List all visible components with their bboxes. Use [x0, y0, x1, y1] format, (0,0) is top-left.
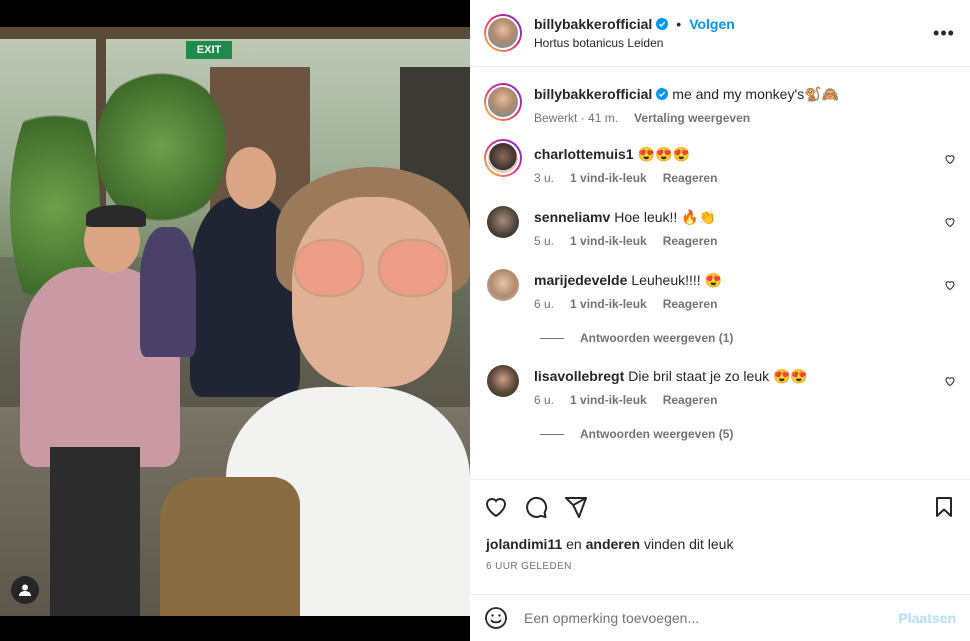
- view-replies-label: Antwoorden weergeven (5): [580, 427, 734, 441]
- view-replies-button[interactable]: Antwoorden weergeven (1): [540, 331, 956, 345]
- commenter-avatar[interactable]: [487, 206, 519, 238]
- action-bar: [470, 479, 970, 533]
- reply-button[interactable]: Reageren: [663, 234, 718, 248]
- view-replies-button[interactable]: Antwoorden weergeven (5): [540, 427, 956, 441]
- likes-summary: jolandimi11 en anderen vinden dit leuk: [486, 536, 733, 552]
- likes-suffix: vinden dit leuk: [643, 536, 734, 552]
- person-trousers: [50, 447, 140, 616]
- caption-username[interactable]: billybakkerofficial: [534, 85, 652, 103]
- comment-text: Leuheuk!!!! 😍: [631, 272, 722, 288]
- heart-icon[interactable]: [944, 216, 956, 228]
- author-avatar[interactable]: [484, 83, 522, 121]
- plant: [96, 67, 226, 227]
- comment-icon[interactable]: [524, 495, 548, 519]
- caption-text: me and my monkey's🐒🙈: [672, 86, 839, 102]
- bookmark-icon[interactable]: [932, 495, 956, 519]
- emoji-icon[interactable]: [484, 606, 508, 630]
- post-photo[interactable]: EXIT: [0, 27, 470, 616]
- view-replies-label: Antwoorden weergeven (1): [580, 331, 734, 345]
- share-icon[interactable]: [564, 495, 588, 519]
- heart-icon[interactable]: [484, 495, 508, 519]
- person-head: [226, 147, 276, 209]
- caption: billybakkerofficial me and my monkey's🐒🙈…: [484, 83, 956, 125]
- comment-text: Hoe leuk!! 🔥👏: [614, 209, 717, 225]
- follow-button[interactable]: Volgen: [689, 16, 735, 32]
- caption-edited: Bewerkt · 41 m.: [534, 111, 619, 125]
- comment-item: senneliamv Hoe leuk!! 🔥👏 5 u. 1 vind-ik-l…: [484, 206, 956, 248]
- sunglasses: [292, 239, 452, 299]
- comment-item: charlottemuis1 😍😍😍 3 u. 1 vind-ik-leuk Re…: [484, 139, 956, 185]
- person-background: [140, 227, 196, 357]
- comment-likes[interactable]: 1 vind-ik-leuk: [570, 234, 647, 248]
- liker-username[interactable]: jolandimi11: [486, 536, 562, 552]
- post-sidebar: billybakkerofficial • Volgen Hortus bota…: [470, 0, 970, 641]
- post-header: billybakkerofficial • Volgen Hortus bota…: [470, 0, 970, 67]
- comment-time[interactable]: 5 u.: [534, 234, 554, 248]
- verified-icon: [656, 18, 669, 30]
- post-media: EXIT: [0, 0, 470, 641]
- post-location[interactable]: Hortus botanicus Leiden: [534, 36, 932, 50]
- person-cap: [86, 205, 146, 227]
- comment-item: lisavollebregt Die bril staat je zo leuk …: [484, 365, 956, 407]
- translate-button[interactable]: Vertaling weergeven: [634, 111, 750, 125]
- comment-text: Die bril staat je zo leuk 😍😍: [628, 368, 808, 384]
- user-tag-icon[interactable]: [11, 576, 39, 604]
- commenter-avatar[interactable]: [487, 365, 519, 397]
- commenter-avatar[interactable]: [487, 269, 519, 301]
- reply-button[interactable]: Reageren: [663, 393, 718, 407]
- comment-input[interactable]: [524, 610, 899, 626]
- likes-others-link[interactable]: anderen: [586, 536, 640, 552]
- comment-username[interactable]: lisavollebregt: [534, 368, 624, 384]
- greenhouse-beam: [0, 27, 470, 39]
- heart-icon[interactable]: [944, 375, 956, 387]
- heart-icon[interactable]: [944, 279, 956, 291]
- post-comment-button[interactable]: Plaatsen: [898, 610, 956, 626]
- replies-divider: [540, 337, 564, 339]
- comment-time[interactable]: 6 u.: [534, 393, 554, 407]
- comment-username[interactable]: charlottemuis1: [534, 146, 634, 162]
- comment-username[interactable]: marijedevelde: [534, 272, 627, 288]
- verified-icon: [656, 88, 669, 100]
- post-timestamp[interactable]: 6 UUR GELEDEN: [486, 561, 572, 572]
- add-comment-bar: Plaatsen: [470, 594, 970, 641]
- comment-time[interactable]: 3 u.: [534, 171, 554, 185]
- comment-likes[interactable]: 1 vind-ik-leuk: [570, 171, 647, 185]
- comment-likes[interactable]: 1 vind-ik-leuk: [570, 297, 647, 311]
- replies-divider: [540, 433, 564, 435]
- person-jacket: [160, 477, 300, 616]
- comment-likes[interactable]: 1 vind-ik-leuk: [570, 393, 647, 407]
- heart-icon[interactable]: [944, 153, 956, 165]
- commenter-avatar[interactable]: [484, 139, 522, 177]
- reply-button[interactable]: Reageren: [663, 171, 718, 185]
- exit-sign: EXIT: [186, 41, 232, 59]
- post-dialog: EXIT billybakkerofficial • Volgen Hortus…: [0, 0, 970, 641]
- author-username[interactable]: billybakkerofficial: [534, 16, 652, 32]
- separator-dot: •: [676, 16, 682, 32]
- comment-text: 😍😍😍: [637, 146, 690, 162]
- comment-time[interactable]: 6 u.: [534, 297, 554, 311]
- more-icon[interactable]: •••: [932, 23, 956, 44]
- comment-username[interactable]: senneliamv: [534, 209, 610, 225]
- comment-item: marijedevelde Leuheuk!!!! 😍 6 u. 1 vind-i…: [484, 269, 956, 311]
- reply-button[interactable]: Reageren: [663, 297, 718, 311]
- author-avatar[interactable]: [484, 14, 522, 52]
- comments-list[interactable]: billybakkerofficial me and my monkey's🐒🙈…: [470, 68, 970, 479]
- likes-connector: en: [566, 536, 582, 552]
